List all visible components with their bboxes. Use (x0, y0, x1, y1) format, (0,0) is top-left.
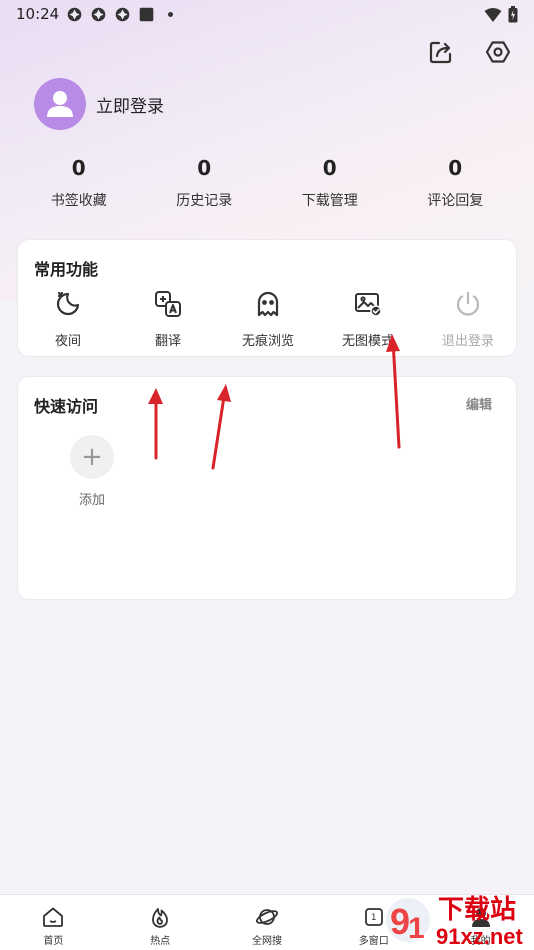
annotation-arrow (211, 388, 227, 470)
svg-text:1: 1 (408, 912, 425, 945)
annotation-arrows (148, 334, 401, 470)
nav-hot[interactable]: 热点 (107, 895, 214, 950)
nav-home[interactable]: 首页 (0, 895, 107, 950)
home-icon (43, 907, 64, 927)
nav-label: 首页 (43, 936, 64, 947)
planet-icon (255, 909, 278, 925)
nav-search-all[interactable]: 全网搜 (214, 895, 321, 950)
nav-label: 热点 (150, 936, 171, 947)
annotation-arrow (391, 338, 401, 449)
annotation-arrow-head (148, 388, 163, 404)
flame-icon (152, 908, 169, 928)
window-count-badge: 1 (370, 912, 377, 923)
watermark-text-top: 下载站 (438, 895, 516, 925)
site-watermark-logo: 9 1 下载站 91xz.net (386, 895, 523, 949)
nav-label: 全网搜 (251, 936, 282, 947)
annotation-arrow-head (217, 384, 231, 402)
watermark-text-bottom: 91xz.net (436, 924, 523, 949)
annotation-arrow-head (386, 334, 400, 352)
